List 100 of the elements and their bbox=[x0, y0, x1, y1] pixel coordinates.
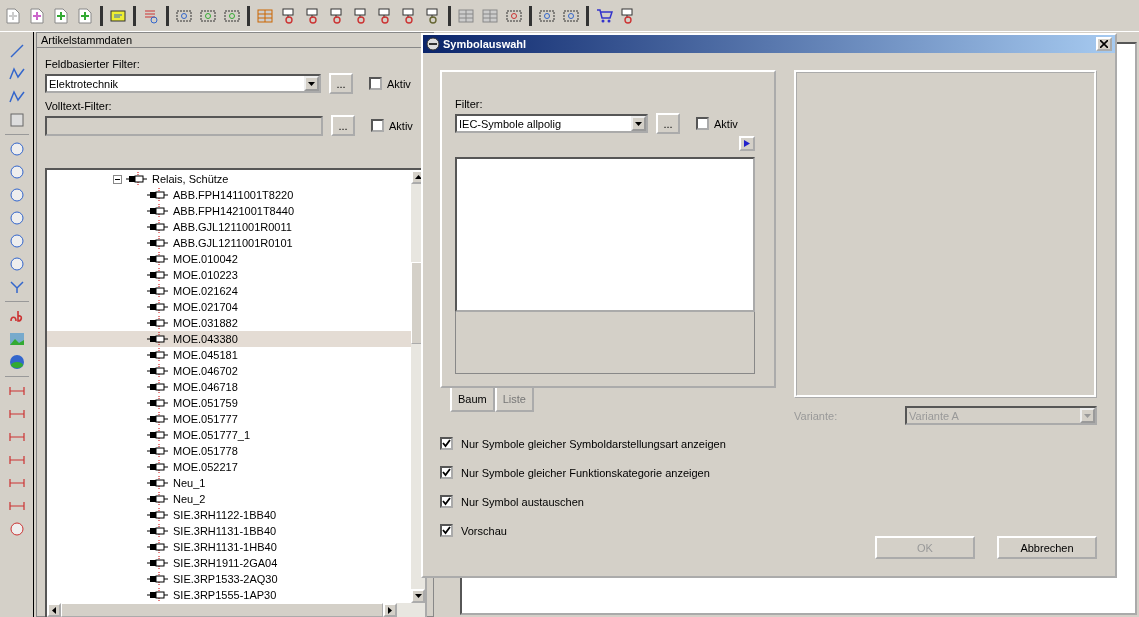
tree-item[interactable]: SIE.3RH1911-2GA04 bbox=[47, 555, 411, 571]
relay-icon bbox=[147, 492, 169, 506]
relay-icon bbox=[147, 460, 169, 474]
cancel-button[interactable]: Abbrechen bbox=[997, 536, 1097, 559]
window-title: Symbolauswahl bbox=[443, 38, 528, 50]
relay-icon bbox=[147, 508, 169, 522]
relay-icon bbox=[147, 428, 169, 442]
relay-icon bbox=[147, 252, 169, 266]
checkbox[interactable] bbox=[440, 437, 453, 450]
tree-item[interactable]: MOE.021704 bbox=[47, 299, 411, 315]
relay-icon bbox=[147, 316, 169, 330]
relay-icon bbox=[147, 284, 169, 298]
browse-button[interactable]: ... bbox=[656, 113, 680, 134]
play-button[interactable] bbox=[739, 136, 755, 151]
checkbox[interactable] bbox=[440, 524, 453, 537]
globe-icon[interactable] bbox=[7, 353, 26, 371]
tree-item[interactable]: SIE.3RP1555-1AP30 bbox=[47, 587, 411, 603]
filter-dropdown[interactable]: Elektrotechnik bbox=[45, 74, 321, 93]
close-icon[interactable] bbox=[1100, 40, 1108, 48]
relay-icon bbox=[147, 540, 169, 554]
collapse-icon[interactable] bbox=[113, 174, 122, 184]
relay-icon bbox=[147, 572, 169, 586]
rectangle-icon[interactable] bbox=[7, 111, 26, 129]
tree-item[interactable]: MOE.051778 bbox=[47, 443, 411, 459]
tree-item[interactable]: MOE.043380 bbox=[47, 331, 411, 347]
symbol-list[interactable] bbox=[455, 157, 755, 312]
tree-item[interactable]: MOE.046718 bbox=[47, 379, 411, 395]
checkbox-label: Aktiv bbox=[714, 117, 738, 130]
tree-item[interactable]: SIE.3RH1131-1HB40 bbox=[47, 539, 411, 555]
checkbox-label: Aktiv bbox=[389, 119, 413, 132]
tree-item[interactable]: SIE.3RH1131-1BB40 bbox=[47, 523, 411, 539]
tree-item[interactable]: MOE.051777 bbox=[47, 411, 411, 427]
field-label: Volltext-Filter: bbox=[45, 100, 113, 112]
relay-icon bbox=[147, 412, 169, 426]
circle-icon[interactable] bbox=[7, 163, 26, 181]
relay-icon bbox=[147, 476, 169, 490]
tree-item[interactable]: MOE.045181 bbox=[47, 347, 411, 363]
tree-item[interactable]: MOE.051777_1 bbox=[47, 427, 411, 443]
tree-item[interactable]: SIE.3RH1122-1BB40 bbox=[47, 507, 411, 523]
scroll-left-icon[interactable] bbox=[52, 606, 56, 614]
app-icon bbox=[426, 37, 440, 51]
checkbox-label: Nur Symbol austauschen bbox=[461, 495, 584, 508]
relay-icon bbox=[147, 556, 169, 570]
relay-icon bbox=[147, 364, 169, 378]
relay-icon bbox=[147, 444, 169, 458]
tree-item[interactable]: Relais, Schütze bbox=[47, 171, 411, 187]
checkbox-label: Nur Symbole gleicher Funktionskategorie anzeigen bbox=[461, 466, 710, 479]
checkbox-label: Aktiv bbox=[387, 77, 411, 90]
scroll-up-icon[interactable] bbox=[414, 175, 422, 179]
relay-icon bbox=[147, 380, 169, 394]
tree-item[interactable]: MOE.010042 bbox=[47, 251, 411, 267]
tab[interactable]: Baum bbox=[450, 388, 495, 412]
relay-icon bbox=[147, 588, 169, 602]
cart-icon[interactable] bbox=[595, 6, 613, 25]
relay-icon bbox=[147, 204, 169, 218]
relay-icon bbox=[147, 300, 169, 314]
checkbox[interactable] bbox=[440, 466, 453, 479]
checkbox[interactable] bbox=[369, 77, 382, 90]
filter-dropdown[interactable]: IEC-Symbole allpolig bbox=[455, 114, 648, 133]
grid-icon[interactable] bbox=[457, 6, 475, 25]
field-label: Variante: bbox=[794, 409, 838, 422]
checkbox[interactable] bbox=[696, 117, 709, 130]
relay-icon bbox=[147, 396, 169, 410]
tree-item[interactable]: MOE.031882 bbox=[47, 315, 411, 331]
tree-item[interactable]: SIE.3RP1533-2AQ30 bbox=[47, 571, 411, 587]
image-icon[interactable] bbox=[7, 330, 26, 348]
relay-icon bbox=[126, 172, 148, 186]
tree-item[interactable]: Neu_1 bbox=[47, 475, 411, 491]
play-icon[interactable] bbox=[744, 140, 750, 147]
tree-item[interactable]: MOE.021624 bbox=[47, 283, 411, 299]
relay-icon bbox=[147, 236, 169, 250]
tree-item[interactable]: MOE.046702 bbox=[47, 363, 411, 379]
relay-icon bbox=[147, 268, 169, 282]
field-label: Feldbasierter Filter: bbox=[45, 58, 141, 70]
close-button[interactable] bbox=[1096, 37, 1112, 51]
page-icon[interactable] bbox=[76, 6, 94, 25]
checkbox-label: Nur Symbole gleicher Symboldarstellungsart anzeigen bbox=[461, 437, 726, 450]
tree-item[interactable]: Neu_2 bbox=[47, 491, 411, 507]
relay-icon bbox=[147, 348, 169, 362]
page-icon[interactable] bbox=[4, 6, 22, 25]
relay-icon bbox=[147, 188, 169, 202]
browse-button[interactable]: ... bbox=[329, 73, 353, 94]
tree-item[interactable]: ABB.GJL1211001R0101 bbox=[47, 235, 411, 251]
grid-icon[interactable] bbox=[481, 6, 499, 25]
scroll-down-icon[interactable] bbox=[414, 594, 422, 598]
tree-item[interactable]: MOE.052217 bbox=[47, 459, 411, 475]
page-icon[interactable] bbox=[28, 6, 46, 25]
checkbox[interactable] bbox=[440, 495, 453, 508]
page-icon[interactable] bbox=[52, 6, 70, 25]
scroll-right-icon[interactable] bbox=[388, 606, 392, 614]
tree-item[interactable]: ABB.FPH1421001T8440 bbox=[47, 203, 411, 219]
tree-item[interactable]: MOE.051759 bbox=[47, 395, 411, 411]
node-icon[interactable] bbox=[7, 278, 26, 296]
tree-item[interactable]: MOE.010223 bbox=[47, 267, 411, 283]
tree-item[interactable]: ABB.FPH1411001T8220 bbox=[47, 187, 411, 203]
circle-icon[interactable] bbox=[7, 140, 26, 158]
tree-item[interactable]: ABB.GJL1211001R0011 bbox=[47, 219, 411, 235]
relay-icon bbox=[147, 220, 169, 234]
field-label: Filter: bbox=[455, 98, 484, 110]
grid-icon[interactable] bbox=[256, 6, 274, 25]
